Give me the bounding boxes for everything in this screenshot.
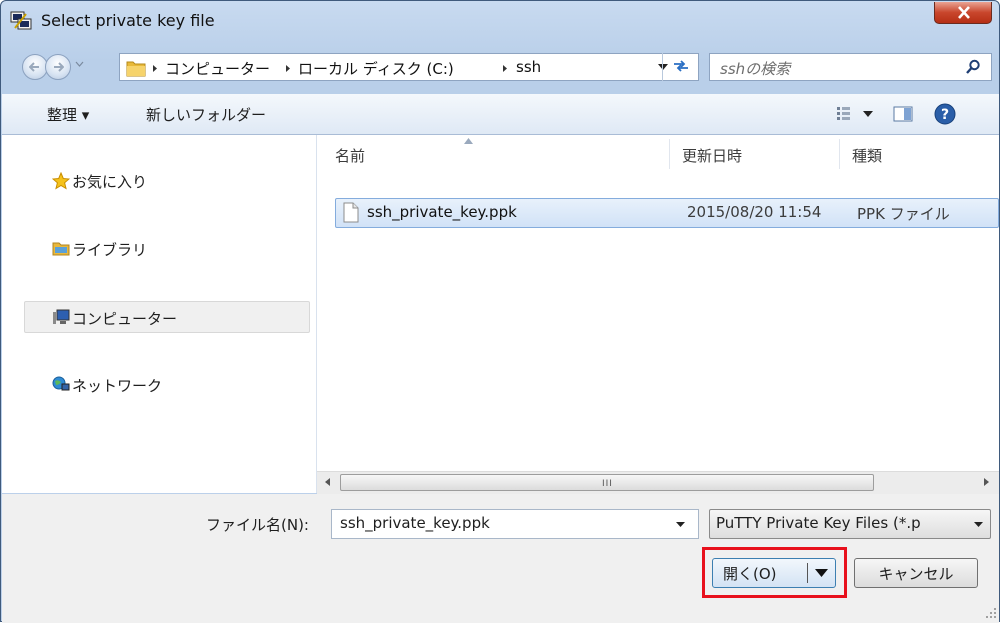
nav-item-favorites[interactable]: お気に入り xyxy=(2,165,310,197)
nav-item-label: お気に入り xyxy=(72,173,148,191)
organize-menu-button[interactable]: 整理 ▾ xyxy=(47,104,89,125)
nav-item-label: コンピューター xyxy=(72,310,178,328)
nav-item-libraries[interactable]: ライブラリ xyxy=(2,233,310,265)
column-label: 更新日時 xyxy=(682,147,743,165)
filename-value: ssh_private_key.ppk xyxy=(340,514,490,532)
column-header-name[interactable]: 名前 xyxy=(317,135,669,173)
column-header-modified[interactable]: 更新日時 xyxy=(670,135,839,173)
filename-label: ファイル名(N): xyxy=(206,516,309,534)
nav-item-label: ネットワーク xyxy=(72,377,163,395)
chevron-down-icon[interactable] xyxy=(974,522,983,527)
svg-text:?: ? xyxy=(941,107,949,123)
title-bar[interactable]: Select private key file xyxy=(1,1,999,41)
file-type: PPK ファイル xyxy=(857,205,950,223)
open-button[interactable]: 開く(O) xyxy=(712,558,836,588)
breadcrumb-chevron-icon[interactable] xyxy=(152,64,158,73)
refresh-button[interactable] xyxy=(662,53,699,81)
help-icon[interactable]: ? xyxy=(934,103,956,125)
close-button[interactable] xyxy=(934,2,992,24)
column-label: 名前 xyxy=(335,147,366,165)
nav-item-computer[interactable]: コンピューター xyxy=(24,301,310,333)
breadcrumb-chevron-icon[interactable] xyxy=(285,64,291,73)
scroll-right-arrow-icon[interactable] xyxy=(984,478,989,486)
star-icon xyxy=(52,172,70,190)
resize-grip-icon[interactable] xyxy=(985,607,997,619)
breadcrumb-computer[interactable]: コンピューター xyxy=(165,58,270,79)
horizontal-scrollbar[interactable]: III xyxy=(317,471,999,494)
scrollbar-grip: III xyxy=(602,479,613,489)
file-modified: 2015/08/20 11:54 xyxy=(687,203,822,221)
filetype-select[interactable]: PuTTY Private Key Files (*.p xyxy=(709,509,991,539)
window-title: Select private key file xyxy=(41,11,215,30)
recent-pages-dropdown-icon[interactable] xyxy=(75,61,84,68)
document-icon xyxy=(343,202,359,223)
file-dialog-window: Select private key file コンピューター ローカル ディス… xyxy=(0,0,1000,623)
address-bar[interactable]: コンピューター ローカル ディスク (C:) ssh xyxy=(119,53,699,81)
navigation-pane: お気に入り ライブラリ コンピューター ネットワーク xyxy=(2,135,317,493)
network-icon xyxy=(52,376,70,391)
file-name: ssh_private_key.ppk xyxy=(367,203,517,221)
change-view-icon[interactable] xyxy=(836,106,878,120)
back-arrow-icon xyxy=(29,62,39,72)
search-icon[interactable] xyxy=(965,59,981,75)
nav-item-network[interactable]: ネットワーク xyxy=(2,369,310,401)
filetype-value: PuTTY Private Key Files (*.p xyxy=(716,514,921,532)
search-placeholder: sshの検索 xyxy=(720,60,791,78)
nav-item-label: ライブラリ xyxy=(72,241,148,259)
computer-icon xyxy=(53,309,70,324)
scroll-left-arrow-icon[interactable] xyxy=(325,478,330,486)
file-row[interactable]: ssh_private_key.ppk 2015/08/20 11:54 PPK… xyxy=(335,198,999,228)
library-icon xyxy=(52,242,70,256)
chevron-down-icon[interactable] xyxy=(815,569,828,577)
forward-button[interactable] xyxy=(45,54,71,80)
search-input[interactable]: sshの検索 xyxy=(709,53,992,81)
close-icon xyxy=(958,6,970,19)
cancel-button-label: キャンセル xyxy=(878,565,954,583)
column-label: 種類 xyxy=(852,147,883,165)
chevron-down-icon[interactable] xyxy=(676,522,685,527)
column-header-type[interactable]: 種類 xyxy=(840,135,999,173)
breadcrumb-ssh[interactable]: ssh xyxy=(516,58,541,76)
refresh-icon xyxy=(674,60,688,72)
file-list-pane: 名前 更新日時 種類 ssh_private_key.ppk 2015/08/2… xyxy=(317,135,999,493)
folder-icon xyxy=(126,61,146,77)
filename-field[interactable]: ssh_private_key.ppk xyxy=(331,509,699,539)
preview-pane-icon[interactable] xyxy=(893,106,913,122)
scrollbar-thumb[interactable]: III xyxy=(340,474,874,491)
putty-app-icon xyxy=(10,11,32,30)
command-toolbar: 整理 ▾ 新しいフォルダー ? xyxy=(2,94,999,135)
sort-ascending-icon xyxy=(464,138,473,144)
forward-arrow-icon xyxy=(54,62,64,72)
new-folder-button[interactable]: 新しいフォルダー xyxy=(146,104,266,125)
split-divider xyxy=(807,563,808,583)
breadcrumb-chevron-icon[interactable] xyxy=(502,64,508,73)
open-button-label: 開く(O) xyxy=(723,565,777,583)
cancel-button[interactable]: キャンセル xyxy=(854,558,978,588)
breadcrumb-local-disk[interactable]: ローカル ディスク (C:) xyxy=(298,58,454,79)
